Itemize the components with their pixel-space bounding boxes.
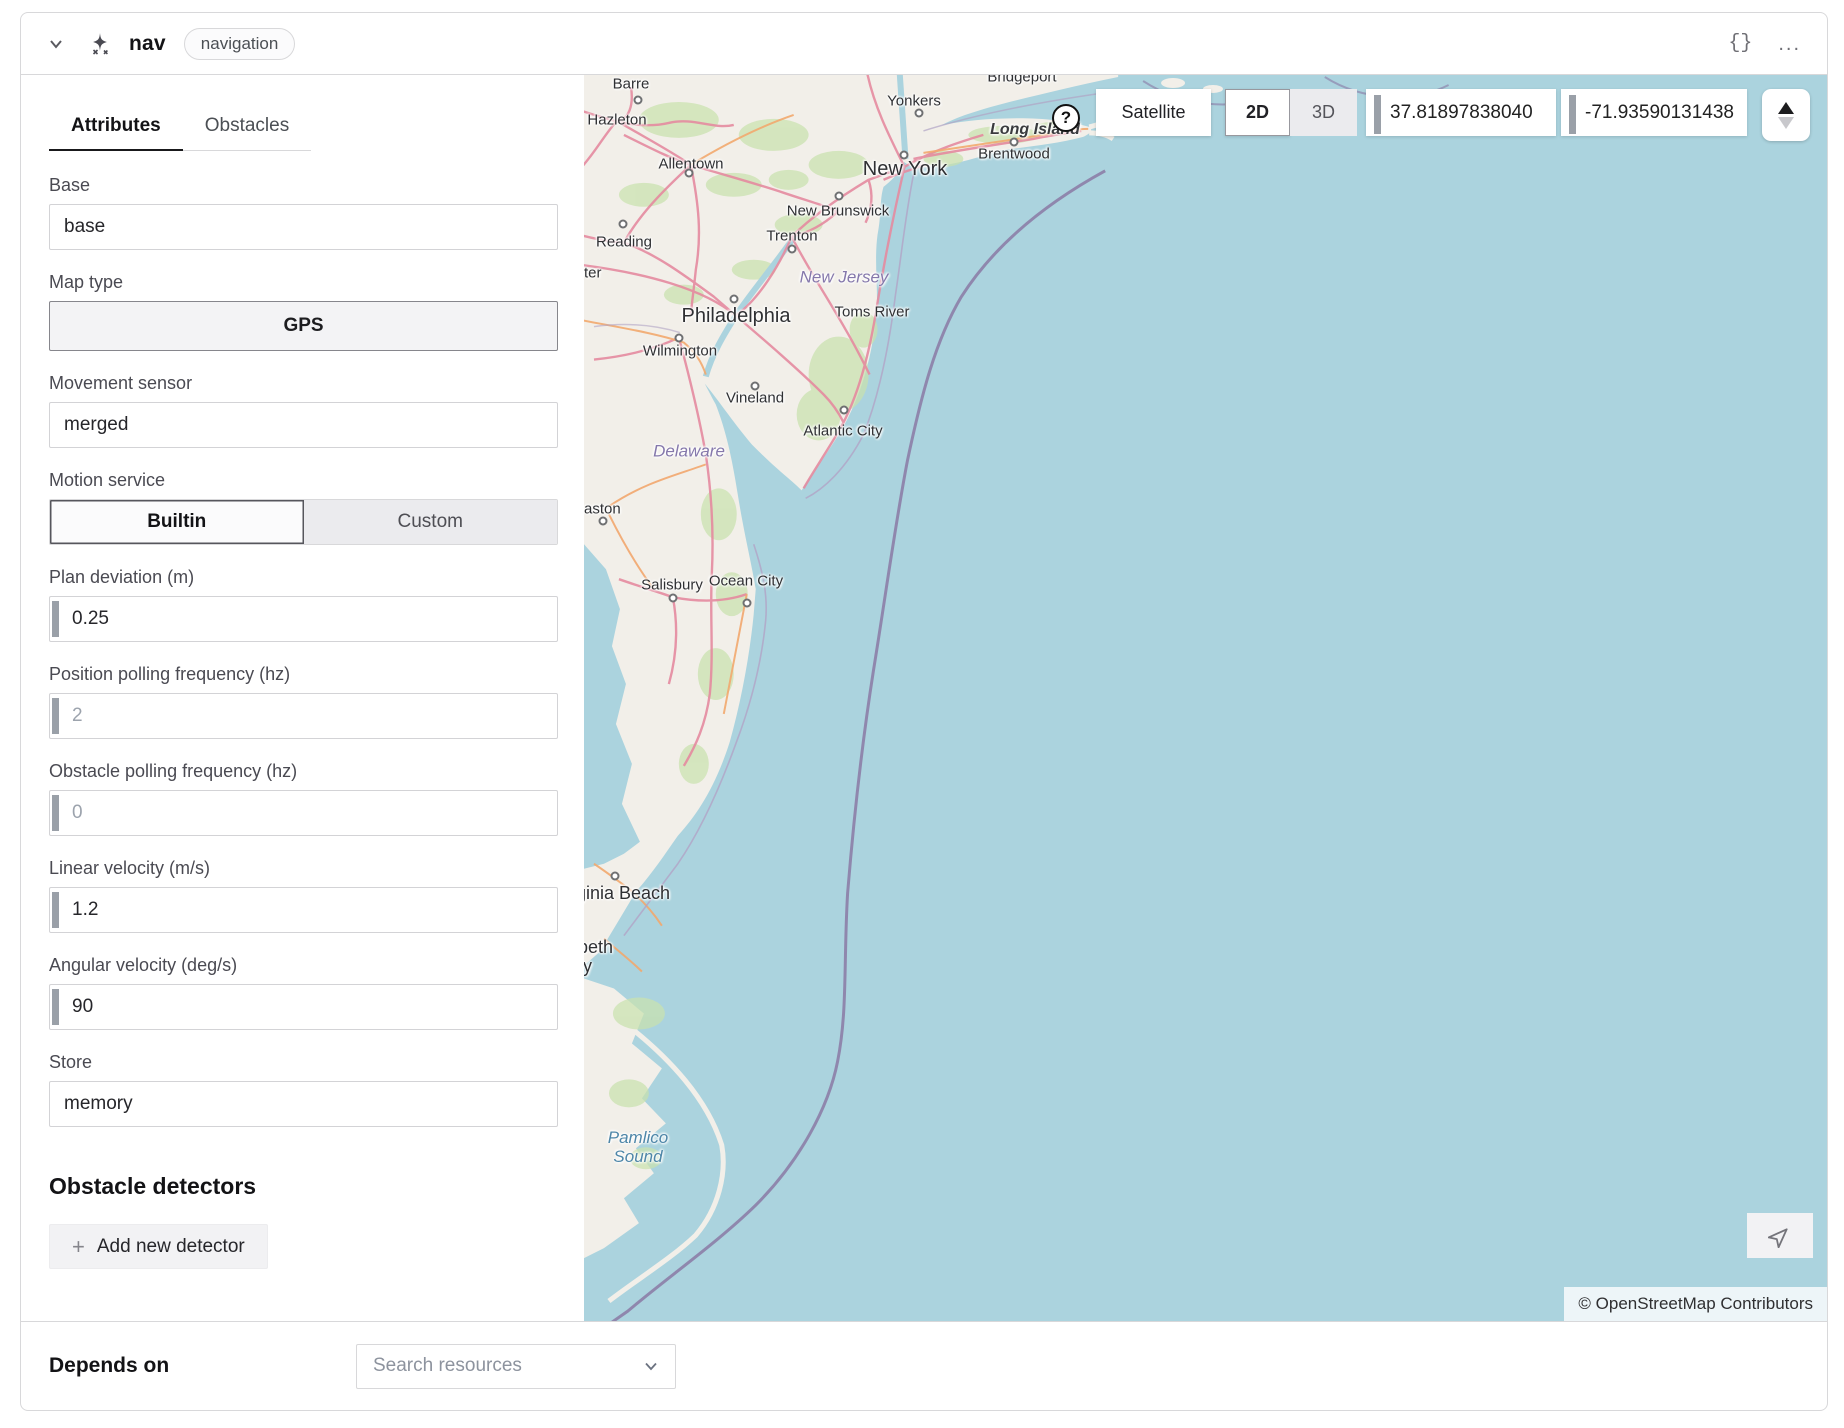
depends-on-label: Depends on bbox=[49, 1354, 169, 1378]
map-attribution: © OpenStreetMap Contributors bbox=[1564, 1287, 1827, 1321]
step-up-icon[interactable] bbox=[1778, 102, 1794, 114]
motion-service-custom-option[interactable]: Custom bbox=[304, 500, 558, 544]
linear-velocity-label: Linear velocity (m/s) bbox=[49, 858, 558, 879]
field-store: Store bbox=[49, 1052, 558, 1127]
field-base: Base bbox=[49, 175, 558, 250]
tab-attributes[interactable]: Attributes bbox=[49, 115, 183, 151]
store-input[interactable] bbox=[49, 1081, 558, 1127]
card-header: nav navigation {} ... bbox=[21, 13, 1827, 75]
resource-card: nav navigation {} ... Attributes Obstacl… bbox=[20, 12, 1828, 1411]
plan-deviation-input[interactable] bbox=[49, 596, 558, 642]
motion-service-toggle: Builtin Custom bbox=[49, 499, 558, 545]
help-icon[interactable]: ? bbox=[1052, 104, 1080, 132]
linear-velocity-input[interactable] bbox=[49, 887, 558, 933]
plan-deviation-label: Plan deviation (m) bbox=[49, 567, 558, 588]
angular-velocity-label: Angular velocity (deg/s) bbox=[49, 955, 558, 976]
field-angular-velocity: Angular velocity (deg/s) bbox=[49, 955, 558, 1030]
config-panel: Attributes Obstacles Base Map type GPS M… bbox=[21, 75, 584, 1321]
depends-on-bar: Depends on Search resources bbox=[21, 1321, 1827, 1410]
field-plan-deviation: Plan deviation (m) bbox=[49, 567, 558, 642]
plus-icon: + bbox=[72, 1236, 85, 1258]
movement-sensor-label: Movement sensor bbox=[49, 373, 558, 394]
field-obstacle-polling: Obstacle polling frequency (hz) bbox=[49, 761, 558, 836]
mode-2d-button[interactable]: 2D bbox=[1225, 89, 1290, 136]
base-label: Base bbox=[49, 175, 558, 196]
position-polling-input[interactable] bbox=[49, 693, 558, 739]
map-type-gps-button[interactable]: GPS bbox=[49, 301, 558, 351]
map-geography bbox=[584, 75, 1827, 1321]
add-new-detector-label: Add new detector bbox=[97, 1236, 245, 1258]
motion-service-label: Motion service bbox=[49, 470, 558, 491]
field-motion-service: Motion service Builtin Custom bbox=[49, 470, 558, 545]
field-position-polling: Position polling frequency (hz) bbox=[49, 664, 558, 739]
navigation-arrow-icon bbox=[1768, 1224, 1792, 1248]
field-linear-velocity: Linear velocity (m/s) bbox=[49, 858, 558, 933]
latitude-field bbox=[1366, 89, 1556, 136]
zoom-stepper[interactable] bbox=[1762, 89, 1810, 141]
store-label: Store bbox=[49, 1052, 558, 1073]
step-down-icon[interactable] bbox=[1778, 117, 1794, 129]
mode-3d-button[interactable]: 3D bbox=[1290, 89, 1357, 136]
base-input[interactable] bbox=[49, 204, 558, 250]
motion-service-builtin-option[interactable]: Builtin bbox=[50, 500, 304, 544]
map-type-label: Map type bbox=[49, 272, 558, 293]
collapse-chevron-icon[interactable] bbox=[47, 35, 65, 53]
resource-name: nav bbox=[129, 32, 166, 56]
locate-button[interactable] bbox=[1747, 1213, 1813, 1258]
longitude-input[interactable] bbox=[1561, 89, 1747, 136]
satellite-toggle-button[interactable]: Satellite bbox=[1096, 89, 1211, 136]
select-placeholder: Search resources bbox=[373, 1355, 522, 1377]
resource-type-badge: navigation bbox=[184, 28, 296, 60]
longitude-field bbox=[1561, 89, 1747, 136]
json-mode-button[interactable]: {} bbox=[1728, 32, 1752, 55]
panel-tabs: Attributes Obstacles bbox=[49, 115, 311, 151]
obstacle-polling-input[interactable] bbox=[49, 790, 558, 836]
chevron-down-icon bbox=[643, 1358, 659, 1374]
service-sparkle-icon bbox=[87, 31, 113, 57]
depends-on-select[interactable]: Search resources bbox=[356, 1344, 676, 1389]
field-movement-sensor: Movement sensor bbox=[49, 373, 558, 448]
angular-velocity-input[interactable] bbox=[49, 984, 558, 1030]
position-polling-label: Position polling frequency (hz) bbox=[49, 664, 558, 685]
field-map-type: Map type GPS bbox=[49, 272, 558, 351]
tab-obstacles[interactable]: Obstacles bbox=[183, 115, 311, 151]
obstacle-detectors-heading: Obstacle detectors bbox=[49, 1173, 578, 1200]
movement-sensor-input[interactable] bbox=[49, 402, 558, 448]
latitude-input[interactable] bbox=[1366, 89, 1556, 136]
overflow-menu-button[interactable]: ... bbox=[1778, 39, 1801, 49]
add-new-detector-button[interactable]: + Add new detector bbox=[49, 1224, 268, 1269]
obstacle-polling-label: Obstacle polling frequency (hz) bbox=[49, 761, 558, 782]
navigation-map[interactable]: BarreHazletonAllentownYonkersBridgeportL… bbox=[584, 75, 1827, 1321]
